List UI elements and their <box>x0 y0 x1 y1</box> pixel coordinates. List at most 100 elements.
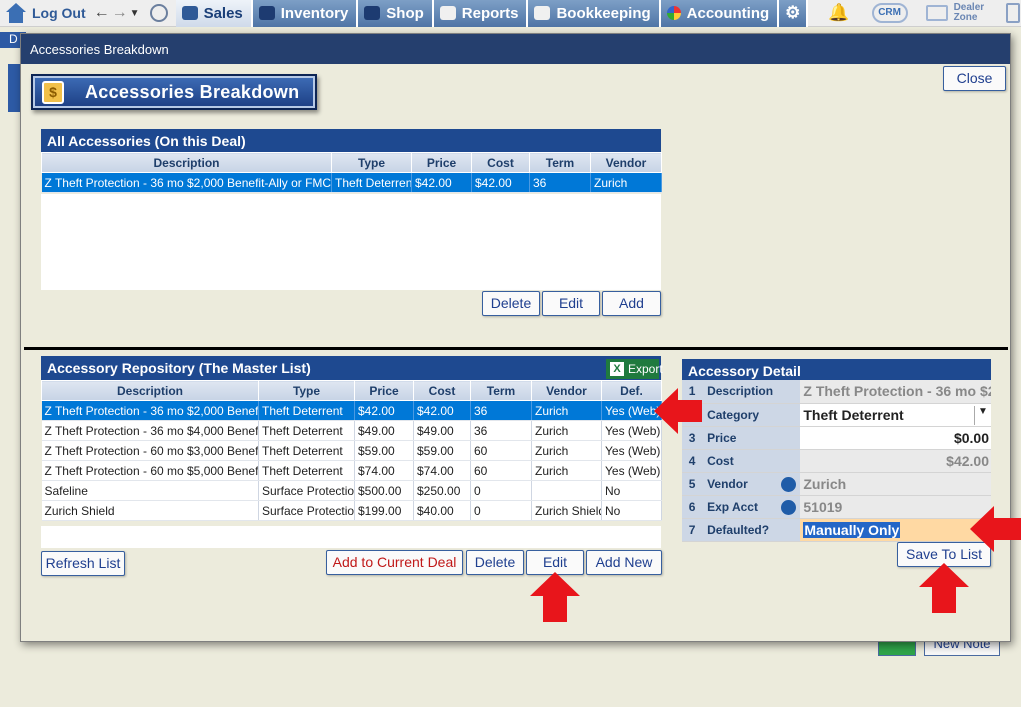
customer-face-icon[interactable] <box>149 4 168 22</box>
cell-type: Theft Deterrent <box>258 460 355 481</box>
home-icon[interactable] <box>6 3 26 23</box>
nav-settings[interactable]: ⚙ <box>779 0 809 27</box>
repository-delete-button[interactable]: Delete <box>466 550 524 575</box>
nav-sales[interactable]: Sales <box>175 0 253 27</box>
category-select[interactable]: Theft Deterrent ▼ <box>800 403 991 427</box>
cost-field[interactable]: $42.00 <box>800 449 991 473</box>
column-header-cost[interactable]: Cost <box>471 152 530 173</box>
nav-accounting[interactable]: Accounting <box>660 0 780 27</box>
table-row[interactable]: Z Theft Protection - 60 mo $3,000 Benefi… <box>41 440 662 461</box>
detail-row-vendor: 5 Vendor Zurich <box>682 472 991 496</box>
section-divider <box>24 347 1008 350</box>
column-header-vendor[interactable]: Vendor <box>531 380 602 401</box>
annotation-arrow-left-icon <box>654 388 702 434</box>
deal-add-button[interactable]: Add <box>602 291 661 316</box>
cell-price: $74.00 <box>354 460 414 481</box>
table-header-row: Description Type Price Cost Term Vendor … <box>41 380 662 401</box>
column-header-description[interactable]: Description <box>41 152 332 173</box>
column-header-type[interactable]: Type <box>331 152 412 173</box>
column-header-type[interactable]: Type <box>258 380 355 401</box>
cell-default: Yes (Web) <box>601 400 662 421</box>
dealer-zone-link[interactable]: Dealer Zone <box>954 3 990 23</box>
accessories-dialog: Accessories Breakdown $ Accessories Brea… <box>20 33 1011 642</box>
vendor-field[interactable]: Zurich <box>800 472 991 496</box>
calculator-icon[interactable] <box>1005 3 1020 23</box>
notification-bell-icon[interactable]: 🔔 <box>828 3 849 23</box>
field-label: Price <box>702 426 801 450</box>
cell-cost: $59.00 <box>413 440 471 461</box>
close-button[interactable]: Close <box>943 66 1006 91</box>
cell-description: Z Theft Protection - 60 mo $3,000 Benefi… <box>41 440 259 461</box>
cell-cost: $42.00 <box>413 400 471 421</box>
cell-description: Z Theft Protection - 36 mo $2,000 Benefi… <box>41 172 332 193</box>
defaulted-select[interactable]: Manually Only <box>800 518 991 542</box>
forward-arrow-icon[interactable]: → <box>112 4 128 22</box>
table-row[interactable]: Z Theft Protection - 36 mo $2,000 Benefi… <box>41 172 662 193</box>
history-dropdown-icon[interactable]: ▼ <box>130 8 140 19</box>
column-header-vendor[interactable]: Vendor <box>590 152 662 173</box>
column-header-cost[interactable]: Cost <box>413 380 471 401</box>
field-label: Category <box>702 403 801 427</box>
column-header-default[interactable]: Def. <box>601 380 662 401</box>
price-field[interactable]: $0.00 <box>800 426 991 450</box>
defaulted-selected-value: Manually Only <box>803 521 901 538</box>
chevron-down-icon[interactable]: ▼ <box>974 405 991 425</box>
cell-default: Yes (Web) <box>601 460 662 481</box>
table-header-row: Description Type Price Cost Term Vendor <box>41 152 662 173</box>
deal-accessories-header: All Accessories (On this Deal) <box>41 129 661 152</box>
cell-default: No <box>601 500 662 521</box>
table-row[interactable]: Z Theft Protection - 36 mo $4,000 Benefi… <box>41 420 662 441</box>
cell-cost: $74.00 <box>413 460 471 481</box>
description-field[interactable]: Z Theft Protection - 36 mo $2,000 Benefi… <box>800 380 991 404</box>
cell-price: $42.00 <box>354 400 414 421</box>
deal-accessories-empty-area <box>41 194 661 290</box>
crm-link[interactable]: CRM <box>871 3 908 23</box>
back-arrow-icon[interactable]: ← <box>94 4 110 22</box>
column-header-description[interactable]: Description <box>41 380 259 401</box>
vendor-link-icon[interactable] <box>781 476 797 492</box>
exp-acct-field[interactable]: 51019 <box>800 495 991 519</box>
repository-header: Accessory Repository (The Master List) <box>41 356 661 380</box>
cell-default: Yes (Web) <box>601 420 662 441</box>
money-bag-icon: $ <box>42 81 64 104</box>
row-number: 7 <box>682 518 703 542</box>
accessory-detail-form: 1 Description Z Theft Protection - 36 mo… <box>682 380 991 542</box>
pie-chart-icon <box>666 6 681 20</box>
table-row[interactable]: Safeline Surface Protection $500.00 $250… <box>41 480 662 501</box>
dialog-header-banner: $ Accessories Breakdown <box>31 74 317 110</box>
column-header-price[interactable]: Price <box>411 152 472 173</box>
report-chart-icon <box>439 6 456 20</box>
cell-price: $199.00 <box>354 500 414 521</box>
column-header-price[interactable]: Price <box>354 380 414 401</box>
exp-acct-link-icon[interactable] <box>781 499 797 515</box>
excel-icon: X <box>610 362 624 376</box>
nav-shop[interactable]: Shop <box>358 0 434 27</box>
cell-description: Z Theft Protection - 36 mo $4,000 Benefi… <box>41 420 259 441</box>
nav-inventory[interactable]: Inventory <box>252 0 359 27</box>
table-row[interactable]: Z Theft Protection - 60 mo $5,000 Benefi… <box>41 460 662 481</box>
column-header-term[interactable]: Term <box>470 380 532 401</box>
add-to-current-deal-button[interactable]: Add to Current Deal <box>326 550 463 575</box>
cell-term: 36 <box>470 420 532 441</box>
cell-type: Surface Protection <box>258 480 355 501</box>
deal-edit-button[interactable]: Edit <box>542 291 600 316</box>
add-new-button[interactable]: Add New <box>586 550 662 575</box>
cell-cost: $42.00 <box>471 172 530 193</box>
nav-bookkeeping[interactable]: Bookkeeping <box>528 0 661 27</box>
cell-term: 0 <box>470 500 532 521</box>
cell-vendor: Zurich <box>590 172 662 193</box>
table-row[interactable]: Z Theft Protection - 36 mo $2,000 Benefi… <box>41 400 662 421</box>
deal-delete-button[interactable]: Delete <box>482 291 540 316</box>
export-button[interactable]: X Export <box>606 359 663 379</box>
nav-reports[interactable]: Reports <box>433 0 529 27</box>
cell-term: 60 <box>470 460 532 481</box>
cell-term: 60 <box>470 440 532 461</box>
dealer-zone-icon[interactable] <box>925 5 948 21</box>
column-header-term[interactable]: Term <box>529 152 591 173</box>
salesman-icon <box>181 6 198 20</box>
table-row[interactable]: Zurich Shield Surface Protection $199.00… <box>41 500 662 521</box>
refresh-list-button[interactable]: Refresh List <box>41 551 125 576</box>
logout-link[interactable]: Log Out <box>32 5 86 21</box>
deal-accessories-table: Description Type Price Cost Term Vendor … <box>41 152 662 193</box>
cell-price: $500.00 <box>354 480 414 501</box>
